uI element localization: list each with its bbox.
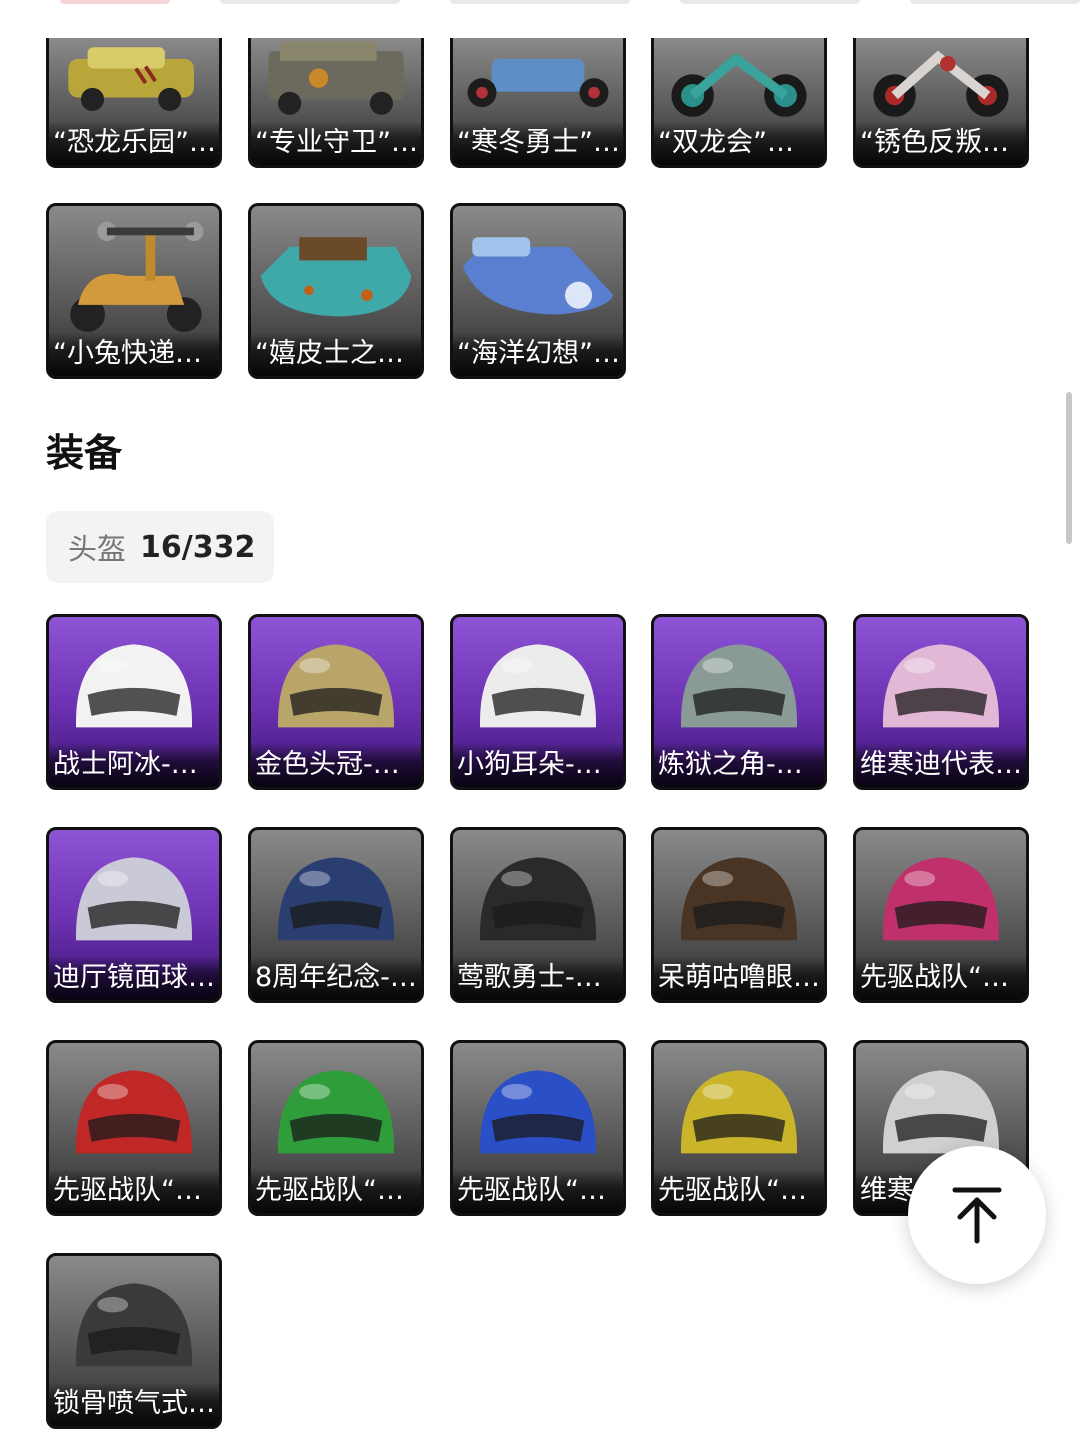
- helmet-icon: [479, 857, 597, 941]
- motorcycle-icon: [671, 52, 807, 117]
- helmet-icon: [75, 1070, 193, 1154]
- helmet-skin-name: 炼狱之角-…: [654, 743, 824, 787]
- vehicle-skin-name: “嬉皮士之…: [251, 332, 421, 376]
- section-title-equipment: 装备: [46, 431, 123, 475]
- helmet-skin-name: 维寒迪代表…: [856, 743, 1026, 787]
- helmet-icon: [680, 644, 798, 728]
- motorcycle-icon: [873, 50, 1009, 117]
- vehicle-skin-tile[interactable]: “海洋幻想”…: [450, 203, 626, 379]
- helmet-skin-name: 先驱战队“…: [856, 956, 1026, 1000]
- helmet-skin-name: 先驱战队“…: [251, 1169, 421, 1213]
- helmet-skin-name: 战士阿冰-…: [49, 743, 219, 787]
- helmet-skin-name: 金色头冠-…: [251, 743, 421, 787]
- vehicle-skin-name: “专业守卫”…: [251, 121, 421, 165]
- helmet-filter-chip[interactable]: 头盔 16/332: [46, 511, 274, 583]
- vehicle-skin-name: “寒冬勇士”…: [453, 121, 623, 165]
- helmet-skin-tile[interactable]: 呆萌咕噜眼…: [651, 827, 827, 1003]
- vehicle-skin-tile[interactable]: “双龙会”…: [651, 38, 827, 168]
- vehicle-skin-name: “锈色反叛…: [856, 121, 1026, 165]
- vehicle-skin-name: “恐龙乐园”…: [49, 121, 219, 165]
- helmet-icon: [882, 857, 1000, 941]
- scrollbar-thumb[interactable]: [1066, 392, 1072, 544]
- jeep-icon: [268, 41, 404, 115]
- helmet-icon: [479, 644, 597, 728]
- vehicle-skin-tile[interactable]: “寒冬勇士”…: [450, 38, 626, 168]
- helmet-skin-name: 小狗耳朵-…: [453, 743, 623, 787]
- arrow-up-to-top-icon: [952, 1187, 1002, 1244]
- helmet-icon: [277, 1070, 395, 1154]
- helmet-skin-tile[interactable]: 炼狱之角-…: [651, 614, 827, 790]
- helmet-skin-tile[interactable]: 先驱战队“…: [651, 1040, 827, 1216]
- previous-row-stub: [60, 0, 170, 4]
- helmet-icon: [882, 644, 1000, 728]
- chip-count: 16/332: [140, 529, 256, 565]
- previous-row-stub: [450, 0, 630, 4]
- helmet-icon: [75, 857, 193, 941]
- helmet-skin-tile[interactable]: 先驱战队“…: [450, 1040, 626, 1216]
- scooter-icon: [70, 221, 204, 332]
- vehicle-skin-name: “双龙会”…: [654, 121, 824, 165]
- helmet-icon: [277, 644, 395, 728]
- vehicle-skin-tile[interactable]: “锈色反叛…: [853, 38, 1029, 168]
- vehicle-skin-tile[interactable]: “恐龙乐园”…: [46, 38, 222, 168]
- previous-row-stub: [680, 0, 860, 4]
- helmet-skin-tile[interactable]: 战士阿冰-…: [46, 614, 222, 790]
- vehicle-skin-tile[interactable]: “小兔快递…: [46, 203, 222, 379]
- helmet-icon: [75, 1283, 193, 1367]
- helmet-icon: [680, 857, 798, 941]
- helmet-skin-name: 先驱战队“…: [453, 1169, 623, 1213]
- helmet-icon: [479, 1070, 597, 1154]
- boat-icon: [260, 237, 412, 317]
- chip-label: 头盔: [68, 532, 127, 566]
- helmet-skin-tile[interactable]: 锁骨喷气式…: [46, 1253, 222, 1429]
- helmet-icon: [680, 1070, 798, 1154]
- jetski-icon: [462, 237, 614, 315]
- helmet-skin-name: 先驱战队“…: [49, 1169, 219, 1213]
- helmet-skin-name: 先驱战队“…: [654, 1169, 824, 1213]
- helmet-skin-tile[interactable]: 莺歌勇士-…: [450, 827, 626, 1003]
- helmet-skin-tile[interactable]: 小狗耳朵-…: [450, 614, 626, 790]
- vehicle-skin-name: “小兔快递…: [49, 332, 219, 376]
- helmet-skin-tile[interactable]: 8周年纪念-…: [248, 827, 424, 1003]
- helmet-skin-name: 莺歌勇士-…: [453, 956, 623, 1000]
- helmet-skin-name: 迪厅镜面球…: [49, 956, 219, 1000]
- helmet-icon: [277, 857, 395, 941]
- vehicle-skin-tile[interactable]: “嬉皮士之…: [248, 203, 424, 379]
- helmet-icon: [75, 644, 193, 728]
- helmet-skin-tile[interactable]: 金色头冠-…: [248, 614, 424, 790]
- helmet-skin-tile[interactable]: 维寒迪代表…: [853, 614, 1029, 790]
- helmet-skin-tile[interactable]: 先驱战队“…: [248, 1040, 424, 1216]
- back-to-top-button[interactable]: [908, 1146, 1046, 1284]
- helmet-skin-tile[interactable]: 先驱战队“…: [46, 1040, 222, 1216]
- previous-row-stub: [220, 0, 400, 4]
- helmet-skin-tile[interactable]: 先驱战队“…: [853, 827, 1029, 1003]
- vehicle-skin-name: “海洋幻想”…: [453, 332, 623, 376]
- car-icon: [68, 47, 194, 112]
- helmet-skin-name: 8周年纪念-…: [251, 956, 421, 1000]
- helmet-skin-name: 呆萌咕噜眼…: [654, 956, 824, 1000]
- vehicle-skin-tile[interactable]: “专业守卫”…: [248, 38, 424, 168]
- helmet-skin-name: 锁骨喷气式…: [49, 1382, 219, 1426]
- buggy-icon: [467, 58, 609, 108]
- previous-row-stub: [910, 0, 1080, 4]
- helmet-skin-tile[interactable]: 迪厅镜面球…: [46, 827, 222, 1003]
